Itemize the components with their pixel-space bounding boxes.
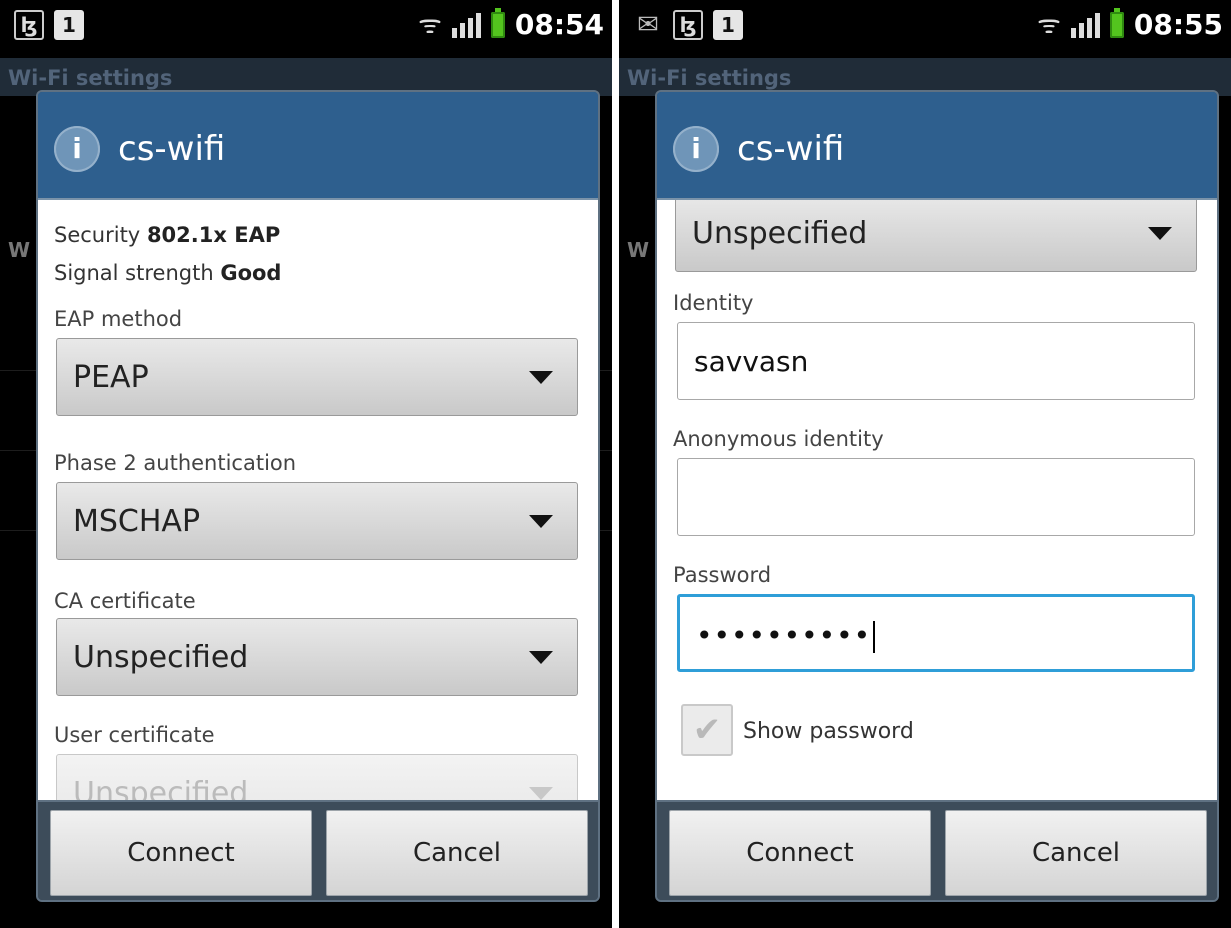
show-password-label[interactable]: Show password <box>743 718 914 746</box>
dialog-header: i cs-wifi <box>657 92 1217 200</box>
signal-bars-icon <box>1070 12 1100 38</box>
eap-method-label: EAP method <box>54 307 183 331</box>
battery-icon <box>1109 8 1124 38</box>
eap-method-value: PEAP <box>73 360 149 395</box>
usb-debugging-icon: ɮ <box>673 10 703 40</box>
user-certificate-value: Unspecified <box>73 776 249 800</box>
dialog-header: i cs-wifi <box>38 92 598 200</box>
info-icon: i <box>673 126 719 172</box>
ca-certificate-label: CA certificate <box>54 589 196 613</box>
dialog-body[interactable]: Security 802.1x EAP Signal strength Good… <box>38 200 598 800</box>
identity-label: Identity <box>673 291 754 315</box>
cancel-button[interactable]: Cancel <box>945 810 1207 896</box>
ca-certificate-value: Unspecified <box>73 640 249 675</box>
signal-label: Signal strength <box>54 261 214 285</box>
anonymous-identity-field[interactable] <box>677 458 1195 536</box>
user-certificate-spinner[interactable]: Unspecified <box>56 754 578 800</box>
anonymous-identity-label: Anonymous identity <box>673 427 884 451</box>
connect-button[interactable]: Connect <box>50 810 312 896</box>
clock: 08:55 <box>1133 8 1223 41</box>
identity-value: savvasn <box>694 345 809 378</box>
show-password-checkbox[interactable]: ✔ <box>681 704 733 756</box>
connect-button[interactable]: Connect <box>669 810 931 896</box>
user-certificate-label: User certificate <box>54 723 215 747</box>
dropdown-arrow-icon <box>529 371 553 384</box>
identity-field[interactable]: savvasn <box>677 322 1195 400</box>
dropdown-arrow-icon <box>529 651 553 664</box>
status-bar: ɮ 1 ᯤ 08:54 <box>0 0 612 54</box>
eap-method-spinner[interactable]: PEAP <box>56 338 578 416</box>
signal-value: Good <box>220 261 282 285</box>
user-certificate-spinner[interactable]: Unspecified <box>675 200 1197 272</box>
cancel-button[interactable]: Cancel <box>326 810 588 896</box>
user-certificate-value: Unspecified <box>692 216 868 251</box>
wifi-icon: ᯤ <box>418 10 442 40</box>
phase2-spinner[interactable]: MSCHAP <box>56 482 578 560</box>
security-value: 802.1x EAP <box>146 223 281 247</box>
phase2-value: MSCHAP <box>73 504 201 539</box>
dialog-button-bar: Connect Cancel <box>38 800 598 900</box>
phone-screen-left: ɮ 1 ᯤ 08:54 Wi-Fi settings W i cs-wifi S… <box>0 0 612 928</box>
dropdown-arrow-icon <box>529 787 553 800</box>
info-icon: i <box>54 126 100 172</box>
clock: 08:54 <box>514 8 604 41</box>
dialog-title: cs-wifi <box>737 129 845 169</box>
password-field[interactable]: •••••••••• <box>677 594 1195 672</box>
wifi-icon: ᯤ <box>1037 10 1061 40</box>
password-value: •••••••••• <box>696 617 876 655</box>
mail-icon: ✉ <box>637 10 659 40</box>
dialog-button-bar: Connect Cancel <box>657 800 1217 900</box>
wifi-dialog: i cs-wifi Unspecified Identity savvasn A… <box>655 90 1219 902</box>
dialog-title: cs-wifi <box>118 129 226 169</box>
usb-debugging-icon: ɮ <box>14 10 44 40</box>
wifi-dialog: i cs-wifi Security 802.1x EAP Signal str… <box>36 90 600 902</box>
phase2-label: Phase 2 authentication <box>54 451 297 475</box>
password-label: Password <box>673 563 772 587</box>
signal-row: Signal strength Good <box>54 260 281 286</box>
sim-card-icon: 1 <box>713 10 743 40</box>
ca-certificate-spinner[interactable]: Unspecified <box>56 618 578 696</box>
signal-bars-icon <box>451 12 481 38</box>
dialog-body[interactable]: Unspecified Identity savvasn Anonymous i… <box>657 200 1217 800</box>
dropdown-arrow-icon <box>529 515 553 528</box>
battery-icon <box>490 8 505 38</box>
phone-screen-right: ✉ ɮ 1 ᯤ 08:55 Wi-Fi settings W i cs-wifi… <box>619 0 1231 928</box>
sim-card-icon: 1 <box>54 10 84 40</box>
password-dots: •••••••••• <box>696 619 872 652</box>
security-label: Security <box>54 223 141 247</box>
dropdown-arrow-icon <box>1148 227 1172 240</box>
security-row: Security 802.1x EAP <box>54 222 280 248</box>
text-cursor <box>873 621 876 653</box>
status-bar: ✉ ɮ 1 ᯤ 08:55 <box>619 0 1231 54</box>
